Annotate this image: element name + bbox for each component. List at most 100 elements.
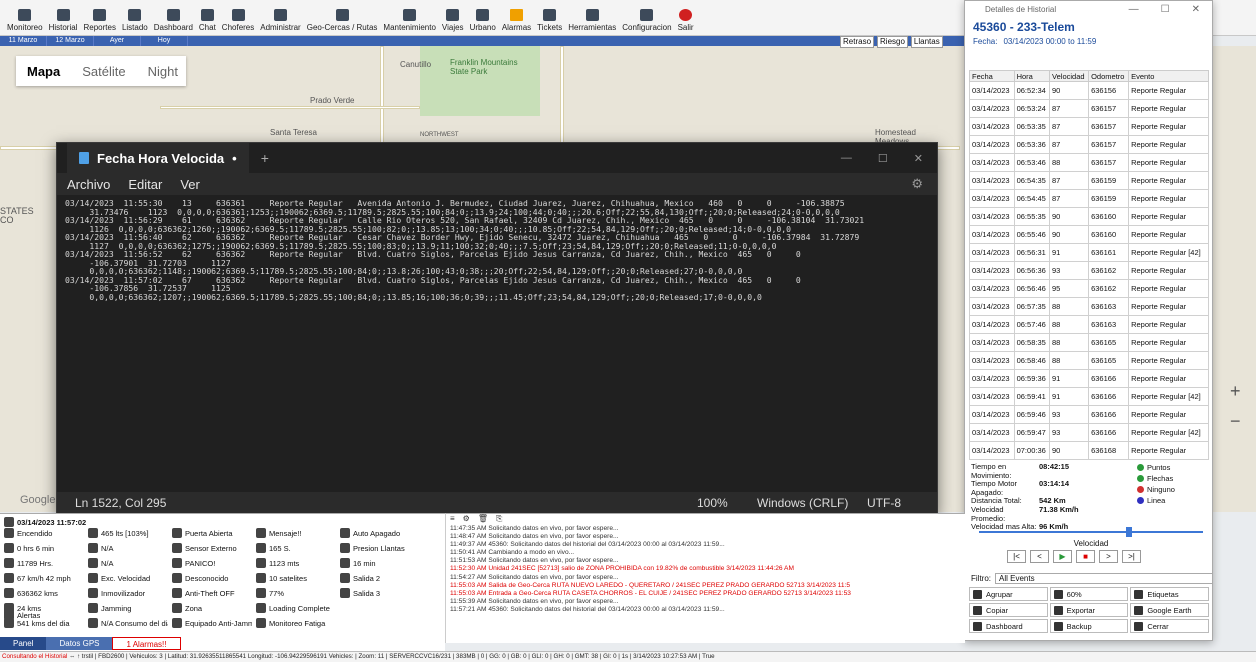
riesgo-toggle[interactable]: Riesgo [877, 36, 908, 48]
status-cell: Presion Llantas [340, 543, 420, 553]
next-icon[interactable]: > [1099, 550, 1118, 563]
toolbar-choferes[interactable]: Choferes [219, 9, 257, 32]
table-row[interactable]: 03/14/2023 06:58:35 88 636165 Reporte Regula… [969, 333, 1209, 352]
first-icon[interactable]: |< [1007, 550, 1026, 563]
column-header[interactable]: Evento [1128, 70, 1209, 82]
table-row[interactable]: 03/14/2023 06:56:36 93 636162 Reporte Regula… [969, 261, 1209, 280]
date-tab[interactable]: 12 Marzo [47, 36, 94, 46]
table-row[interactable]: 03/14/2023 06:58:46 88 636165 Reporte Regula… [969, 351, 1209, 370]
menu-archivo[interactable]: Archivo [67, 177, 110, 192]
new-tab-plus-icon[interactable]: + [261, 150, 269, 166]
map-type-satelite[interactable]: Satélite [71, 64, 136, 79]
date-tab[interactable]: 11 Marzo [0, 36, 47, 46]
table-row[interactable]: 03/14/2023 06:54:35 87 636159 Reporte Regula… [969, 171, 1209, 190]
toolbar-reportes[interactable]: Reportes [80, 9, 118, 32]
toolbar-tickets[interactable]: Tickets [534, 9, 565, 32]
slider-handle[interactable] [1126, 527, 1132, 537]
column-header[interactable]: Hora [1013, 70, 1051, 82]
table-row[interactable]: 03/14/2023 06:59:36 91 636166 Reporte Regula… [969, 369, 1209, 388]
llantas-toggle[interactable]: Llantas [910, 36, 943, 48]
toolbar-historial[interactable]: Historial [46, 9, 81, 32]
maximize-icon[interactable]: ☐ [878, 152, 888, 165]
table-row[interactable]: 03/14/2023 06:59:47 93 636166 Reporte Regula… [969, 423, 1209, 442]
toolbar-alarmas[interactable]: Alarmas [499, 9, 534, 32]
table-cell: 87 [1049, 117, 1090, 136]
table-row[interactable]: 03/14/2023 06:53:46 88 636157 Reporte Regula… [969, 153, 1209, 172]
settings-gear-icon[interactable]: ⚙ [911, 176, 923, 192]
column-header[interactable]: Odometro [1088, 70, 1130, 82]
filtro-select[interactable]: All Events [995, 573, 1213, 584]
notepad-tab[interactable]: Fecha Hora Velocida • [67, 143, 249, 173]
column-header[interactable]: Fecha [969, 70, 1015, 82]
toolbar-viajes[interactable]: Viajes [439, 9, 467, 32]
option-ninguno[interactable]: Ninguno [1137, 484, 1175, 495]
table-row[interactable]: 03/14/2023 06:56:31 91 636161 Reporte Regula… [969, 243, 1209, 262]
button-backup[interactable]: Backup [1049, 619, 1129, 633]
toolbar-monitoreo[interactable]: Monitoreo [4, 9, 46, 32]
table-row[interactable]: 03/14/2023 06:55:35 90 636160 Reporte Regula… [969, 207, 1209, 226]
tab-datos-gps[interactable]: Datos GPS [46, 637, 113, 650]
settings-icon[interactable]: ⚙ [463, 514, 470, 525]
toolbar-salir[interactable]: Salir [675, 9, 697, 32]
option-linea[interactable]: Linea [1137, 495, 1175, 506]
button-cerrar[interactable]: Cerrar [1130, 619, 1209, 633]
table-cell: 06:53:35 [1013, 117, 1051, 136]
list-icon[interactable]: ≡ [450, 514, 455, 525]
maximize-icon[interactable]: ☐ [1161, 4, 1170, 15]
button-agrupar[interactable]: Agrupar [969, 587, 1048, 601]
toolbar-dashboard[interactable]: Dashboard [151, 9, 196, 32]
option-puntos[interactable]: Puntos [1137, 462, 1175, 473]
zoom-in-icon[interactable]: + [1230, 381, 1241, 401]
toolbar-administrar[interactable]: Administrar [257, 9, 303, 32]
table-row[interactable]: 03/14/2023 06:57:35 88 636163 Reporte Regula… [969, 297, 1209, 316]
button-google-earth[interactable]: Google Earth [1130, 603, 1209, 617]
close-icon[interactable]: ✕ [1192, 4, 1200, 15]
toolbar-configuracion[interactable]: Configuracion [619, 9, 674, 32]
toolbar-urbano[interactable]: Urbano [467, 9, 499, 32]
date-tab[interactable]: Ayer [94, 36, 141, 46]
table-row[interactable]: 03/14/2023 06:56:46 95 636162 Reporte Regula… [969, 279, 1209, 298]
table-row[interactable]: 03/14/2023 06:53:35 87 636157 Reporte Regula… [969, 117, 1209, 136]
map-type-mapa[interactable]: Mapa [16, 64, 71, 79]
toolbar-herramientas[interactable]: Herramientas [565, 9, 619, 32]
button-copiar[interactable]: Copiar [969, 603, 1048, 617]
table-row[interactable]: 03/14/2023 06:59:46 93 636166 Reporte Regula… [969, 405, 1209, 424]
copy-icon[interactable]: ⎘ [496, 514, 502, 525]
menu-editar[interactable]: Editar [128, 177, 162, 192]
last-icon[interactable]: >| [1122, 550, 1141, 563]
prev-icon[interactable]: < [1030, 550, 1049, 563]
button-exportar[interactable]: Exportar [1049, 603, 1129, 617]
table-row[interactable]: 03/14/2023 07:00:36 90 636168 Reporte Regula… [969, 441, 1209, 460]
stop-icon[interactable]: ■ [1076, 550, 1095, 563]
toolbar-listado[interactable]: Listado [119, 9, 151, 32]
button-60-[interactable]: 60% [1049, 587, 1129, 601]
table-row[interactable]: 03/14/2023 06:55:46 90 636160 Reporte Regula… [969, 225, 1209, 244]
button-dashboard[interactable]: Dashboard [969, 619, 1048, 633]
table-row[interactable]: 03/14/2023 06:59:41 91 636166 Reporte Regula… [969, 387, 1209, 406]
retraso-toggle[interactable]: Retraso [840, 36, 875, 48]
speed-slider[interactable]: Velocidad [979, 527, 1203, 548]
table-row[interactable]: 03/14/2023 06:53:36 87 636157 Reporte Regula… [969, 135, 1209, 154]
table-row[interactable]: 03/14/2023 06:52:34 90 636156 Reporte Regula… [969, 81, 1209, 100]
zoom-out-icon[interactable]: − [1230, 401, 1241, 441]
tab-alarmas[interactable]: 1 Alarmas!! [112, 637, 181, 650]
date-tab[interactable]: Hoy [141, 36, 188, 46]
button-etiquetas[interactable]: Etiquetas [1130, 587, 1209, 601]
table-row[interactable]: 03/14/2023 06:57:46 88 636163 Reporte Regula… [969, 315, 1209, 334]
map-type-night[interactable]: Night [137, 64, 189, 79]
notepad-text-area[interactable]: 03/14/2023 11:55:30 13 636361 Reporte Re… [65, 199, 929, 495]
table-row[interactable]: 03/14/2023 06:54:45 87 636159 Reporte Regula… [969, 189, 1209, 208]
minimize-icon[interactable]: — [841, 152, 852, 165]
play-icon[interactable]: ▶ [1053, 550, 1072, 563]
option-flechas[interactable]: Flechas [1137, 473, 1175, 484]
minimize-icon[interactable]: — [1129, 4, 1139, 15]
toolbar-mantenimiento[interactable]: Mantenimiento [380, 9, 438, 32]
menu-ver[interactable]: Ver [180, 177, 200, 192]
tab-panel[interactable]: Panel [0, 637, 47, 650]
trash-icon[interactable]: 🗑 [478, 514, 488, 525]
close-icon[interactable]: ✕ [914, 152, 923, 165]
toolbar-chat[interactable]: Chat [196, 9, 219, 32]
toolbar-geo-cercas-rutas[interactable]: Geo-Cercas / Rutas [304, 9, 381, 32]
table-row[interactable]: 03/14/2023 06:53:24 87 636157 Reporte Regula… [969, 99, 1209, 118]
column-header[interactable]: Velocidad [1049, 70, 1090, 82]
